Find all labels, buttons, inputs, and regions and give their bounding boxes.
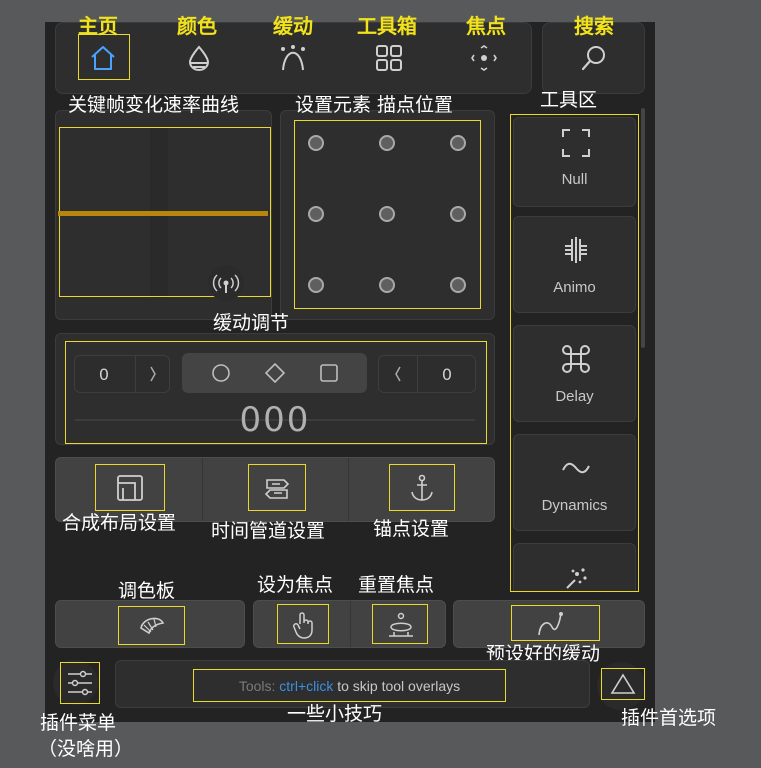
label-anchor-set: 锚点设置: [373, 518, 450, 540]
tool-delay-label: Delay: [555, 388, 594, 405]
focus-divider: [350, 601, 351, 647]
tool-sparkle-button[interactable]: [513, 543, 636, 591]
chevron-left-icon[interactable]: [379, 356, 415, 392]
plugin-prefs-icon-box: [601, 668, 645, 700]
ease-right-stepper[interactable]: 0: [378, 355, 476, 393]
tool-area: Null Animo Delay Dynamics: [510, 114, 639, 592]
label-plugin-menu-note: （没啥用）: [38, 738, 134, 760]
grid-icon: [376, 45, 402, 71]
broadcast-icon: [212, 274, 240, 293]
anchor-point-center[interactable]: [379, 206, 395, 222]
tool-delay-button[interactable]: Delay: [513, 325, 636, 422]
ease-left-value[interactable]: 0: [75, 365, 133, 384]
tool-null-label: Null: [561, 171, 588, 188]
label-ease-adjust: 缓动调节: [213, 312, 290, 334]
tool-area-scrollbar[interactable]: [641, 108, 645, 348]
anchor-point-top-center[interactable]: [379, 135, 395, 151]
label-nav-color: 颜色: [177, 14, 217, 38]
label-nav-toolbox: 工具箱: [357, 14, 417, 38]
label-keyframe-curve: 关键帧变化速率曲线: [68, 94, 240, 116]
tips-shortcut: ctrl+click: [279, 678, 334, 694]
anchor-point-top-right[interactable]: [450, 135, 466, 151]
tool-dynamics-button[interactable]: Dynamics: [513, 434, 636, 531]
curve-line[interactable]: [58, 211, 268, 216]
tool-animo-label: Animo: [553, 279, 596, 296]
anchor-point-bottom-right[interactable]: [450, 277, 466, 293]
set-focus-button[interactable]: [277, 604, 329, 644]
focus-icon: [471, 45, 497, 71]
stepper-divider: [417, 356, 418, 392]
tips-text: Tools: ctrl+click to skip tool overlays: [194, 678, 505, 694]
label-palette: 调色板: [118, 580, 176, 602]
tool-null-button[interactable]: Null: [513, 117, 636, 207]
tips-prefix: Tools:: [238, 678, 280, 694]
anchor-point-middle-left[interactable]: [308, 206, 324, 222]
label-set-focus: 设为焦点: [257, 574, 334, 596]
null-icon: [562, 129, 590, 157]
ease-type-group: [182, 353, 367, 393]
annotation-box-home: [78, 34, 130, 80]
ease-curve-icon: [538, 612, 563, 636]
palette-icon-box: [118, 606, 185, 645]
anchor-point-middle-right[interactable]: [450, 206, 466, 222]
command-icon: [562, 345, 590, 373]
label-compose-layout: 合成布局设置: [62, 512, 177, 534]
layout-icon: [117, 475, 143, 501]
anchor-icon: [411, 474, 433, 501]
reset-focus-icon: [389, 612, 413, 637]
label-tips: 一些小技巧: [287, 703, 383, 725]
sliders-icon: [68, 670, 92, 696]
anchor-point-top-left[interactable]: [308, 135, 324, 151]
droplet-icon: [188, 45, 210, 71]
tool-dynamics-label: Dynamics: [541, 497, 608, 514]
tips-suffix: to skip tool overlays: [333, 678, 461, 694]
label-tool-area: 工具区: [540, 89, 598, 111]
label-nav-search: 搜索: [574, 14, 614, 38]
bar-divider-2: [348, 458, 349, 521]
tips-text-box: Tools: ctrl+click to skip tool overlays: [193, 669, 506, 702]
time-pipeline-button[interactable]: [248, 464, 306, 511]
label-reset-focus: 重置焦点: [358, 574, 435, 596]
anchor-set-button[interactable]: [389, 464, 455, 511]
bezier-curve-icon: [281, 45, 305, 71]
plugin-menu-icon-box: [60, 662, 100, 704]
label-nav-focus: 焦点: [466, 14, 506, 38]
label-nav-home: 主页: [78, 14, 118, 38]
square-icon[interactable]: [317, 361, 341, 385]
preset-ease-icon-box: [511, 605, 600, 641]
bar-divider-1: [202, 458, 203, 521]
anchor-point-bottom-center[interactable]: [379, 277, 395, 293]
label-plugin-prefs: 插件首选项: [621, 707, 717, 729]
label-anchor-position: 设置元素 描点位置: [295, 94, 454, 116]
triangle-up-icon: [610, 673, 636, 694]
label-nav-ease: 缓动: [273, 14, 313, 38]
circle-icon[interactable]: [209, 361, 233, 385]
ease-left-stepper[interactable]: 0: [74, 355, 170, 393]
broadcast-button[interactable]: [208, 265, 244, 301]
diamond-icon[interactable]: [263, 361, 287, 385]
anchor-point-bottom-left[interactable]: [308, 277, 324, 293]
ease-right-value[interactable]: 0: [419, 365, 475, 384]
label-plugin-menu: 插件菜单: [40, 712, 117, 734]
reset-focus-button[interactable]: [372, 604, 428, 644]
ease-big-value[interactable]: 000: [75, 400, 475, 440]
label-time-pipeline: 时间管道设置: [211, 520, 326, 542]
signpost-icon: [264, 479, 290, 499]
compose-layout-button[interactable]: [95, 464, 165, 511]
tool-animo-button[interactable]: Animo: [513, 216, 636, 313]
search-icon: [581, 46, 605, 71]
palette-icon: [140, 617, 165, 635]
animo-icon: [565, 237, 587, 263]
chevron-right-icon[interactable]: [136, 356, 170, 392]
wave-icon: [562, 462, 590, 474]
sparkle-icon: [566, 568, 587, 589]
hand-pointer-icon: [293, 612, 313, 639]
